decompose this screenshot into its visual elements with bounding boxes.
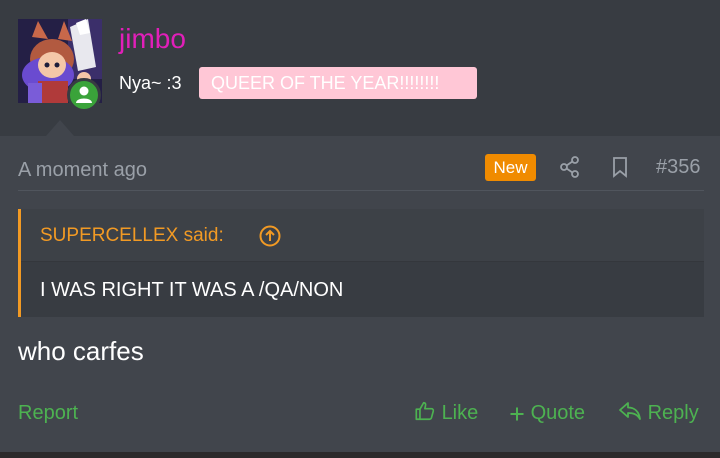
report-label: Report	[18, 402, 79, 424]
quote-author[interactable]: SUPERCELLEX said:	[40, 225, 224, 247]
post-pointer-arrow	[46, 120, 74, 136]
share-icon[interactable]	[558, 155, 582, 179]
plus-icon	[509, 402, 531, 424]
post-meta: A moment ago New #356	[18, 154, 704, 191]
reply-icon	[618, 402, 648, 424]
next-post-edge	[0, 452, 720, 458]
report-button[interactable]: Report	[18, 400, 78, 426]
thumbs-up-icon	[414, 401, 442, 424]
post-actions: Report Like Quote Reply	[0, 398, 720, 430]
user-online-icon	[67, 78, 101, 112]
username-link[interactable]: jimbo	[119, 22, 186, 56]
like-button[interactable]: Like	[414, 400, 478, 426]
quote-button[interactable]: Quote	[509, 400, 585, 426]
jump-to-quote-icon[interactable]	[258, 224, 282, 248]
quote-header: SUPERCELLEX said:	[21, 209, 704, 262]
post-message: who carfes	[18, 336, 144, 366]
user-header: jimbo Nya~ :3 QUEER OF THE YEAR!!!!!!!!	[0, 0, 720, 137]
reply-label: Reply	[647, 402, 699, 424]
quote-body: I WAS RIGHT IT WAS A /QA/NON	[40, 279, 344, 301]
post: A moment ago New #356 SUPERCELLEX said:	[0, 136, 720, 458]
user-title: Nya~ :3	[119, 73, 182, 93]
quote-block: SUPERCELLEX said: I WAS RIGHT IT WAS A /…	[18, 209, 704, 317]
like-label: Like	[441, 402, 479, 424]
quote-label: Quote	[530, 402, 586, 424]
new-badge: New	[485, 154, 536, 181]
bookmark-icon[interactable]	[608, 155, 632, 179]
reply-button[interactable]: Reply	[618, 400, 699, 426]
post-number-link[interactable]: #356	[656, 155, 701, 179]
user-banner: QUEER OF THE YEAR!!!!!!!!	[199, 67, 477, 99]
post-timestamp[interactable]: A moment ago	[18, 158, 147, 182]
